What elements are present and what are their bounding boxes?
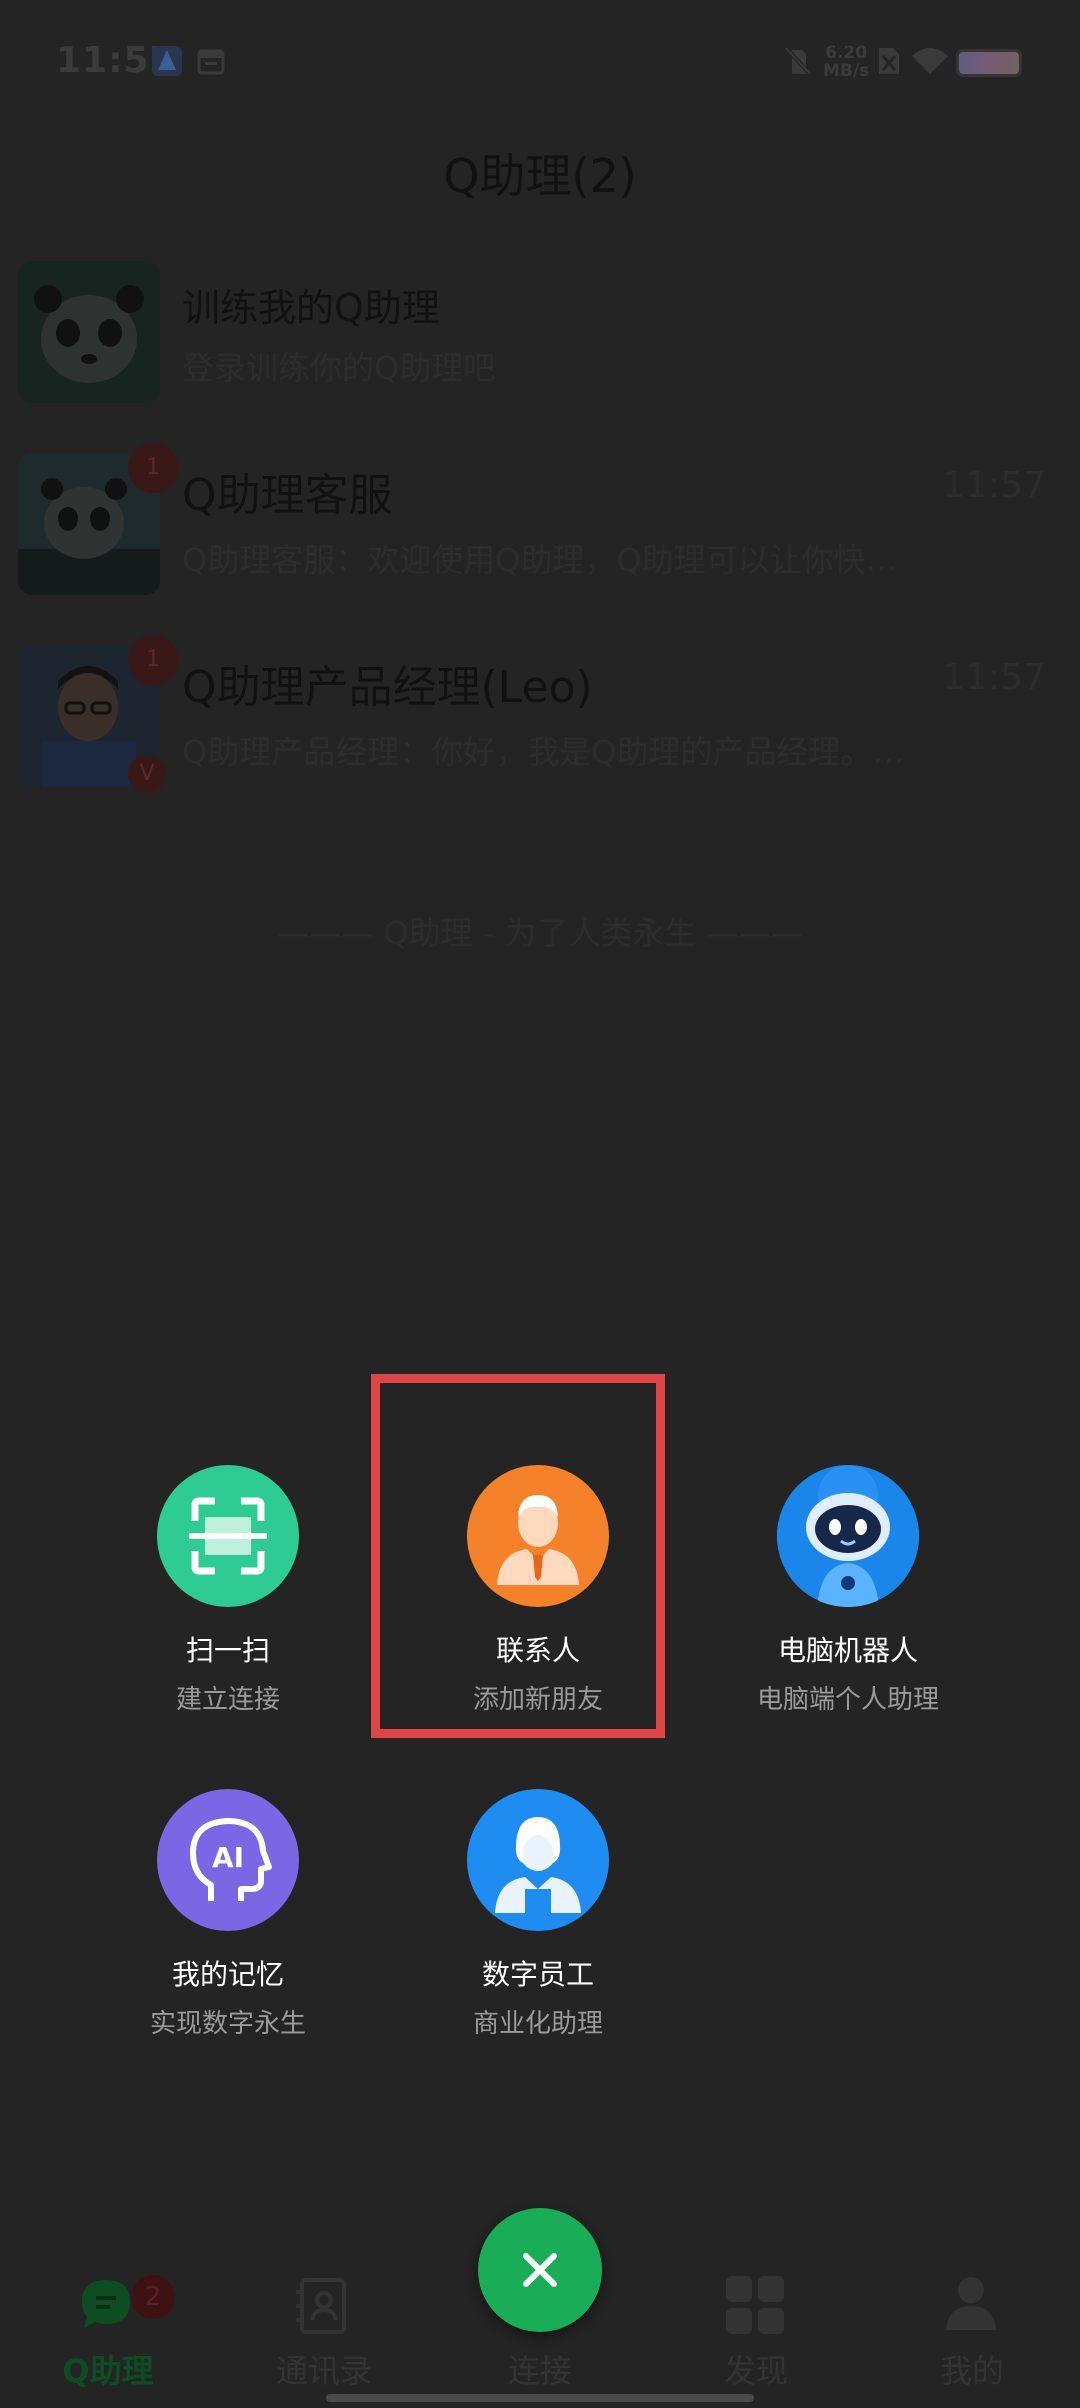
- network-speed: 6.20 MB/s: [823, 44, 869, 80]
- unread-badge: 1: [128, 635, 178, 685]
- unread-badge: 1: [128, 443, 178, 493]
- calendar-icon: [196, 46, 226, 76]
- chat-preview: 登录训练你的Q助理吧: [182, 349, 496, 387]
- tab-discover[interactable]: 发现: [648, 2250, 864, 2400]
- sim-icon: [876, 44, 902, 78]
- footer-slogan: ——— Q助理 - 为了人类永生 ———: [277, 914, 803, 952]
- app-notification-icon: [152, 46, 182, 76]
- menu-item-digital-employee[interactable]: 数字员工 商业化助理: [388, 1789, 688, 2040]
- chat-name: 训练我的Q助理: [182, 286, 440, 330]
- menu-item-label: 我的记忆: [171, 1958, 284, 1991]
- chat-item-support[interactable]: 1 Q助理客服 Q助理客服：欢迎使用Q助理，Q助理可以让你快… 11:57: [0, 443, 1080, 627]
- page-title: Q助理(2): [443, 149, 637, 203]
- tab-me[interactable]: 我的: [864, 2250, 1080, 2400]
- nav-label: Q助理: [62, 2352, 154, 2390]
- person-icon: [942, 2274, 1000, 2338]
- nav-unread-badge: 2: [131, 2275, 175, 2319]
- grid-icon: [724, 2274, 786, 2340]
- chat-time: 11:57: [942, 465, 1046, 506]
- avatar: [18, 261, 160, 403]
- tab-contacts[interactable]: 通讯录: [216, 2250, 432, 2400]
- menu-item-memory[interactable]: AI 我的记忆 实现数字永生: [78, 1789, 378, 2040]
- tab-q-assistant[interactable]: 2 Q助理: [0, 2250, 216, 2400]
- ai-head-icon: AI: [157, 1789, 299, 1931]
- menu-item-pc-robot[interactable]: 电脑机器人 电脑端个人助理: [698, 1465, 998, 1716]
- wifi-icon: [910, 44, 950, 78]
- close-menu-button[interactable]: [478, 2208, 602, 2332]
- network-speed-value: 6.20: [825, 43, 868, 63]
- chat-preview: Q助理产品经理：你好，我是Q助理的产品经理。…: [182, 733, 905, 771]
- chat-bubble-icon: [76, 2274, 136, 2338]
- network-speed-unit: MB/s: [823, 61, 870, 81]
- nav-label: 通讯录: [275, 2352, 372, 2390]
- home-indicator[interactable]: [326, 2394, 754, 2402]
- menu-item-label: 电脑机器人: [777, 1634, 918, 1667]
- nav-label: 连接: [507, 2352, 572, 2390]
- chat-name: Q助理客服: [182, 470, 393, 521]
- status-bar: 11:57 6.20 MB/s: [0, 0, 1080, 120]
- menu-item-subtitle: 电脑端个人助理: [756, 1685, 939, 1715]
- chat-name: Q助理产品经理(Leo): [182, 662, 593, 713]
- mute-icon: [782, 44, 814, 78]
- scan-icon: [157, 1465, 299, 1607]
- verified-badge: V: [128, 755, 166, 793]
- menu-item-scan[interactable]: 扫一扫 建立连接: [78, 1465, 378, 1716]
- nav-label: 我的: [939, 2352, 1004, 2390]
- battery-icon: [956, 49, 1022, 77]
- robot-icon: [777, 1465, 919, 1607]
- chat-time: 11:57: [942, 657, 1046, 698]
- menu-item-subtitle: 商业化助理: [472, 2009, 603, 2039]
- highlight-box: [371, 1374, 665, 1738]
- menu-item-label: 数字员工: [481, 1958, 594, 1991]
- menu-item-label: 扫一扫: [185, 1634, 270, 1667]
- employee-icon: [467, 1789, 609, 1931]
- menu-item-subtitle: 实现数字永生: [149, 2009, 306, 2039]
- svg-text:AI: AI: [212, 1841, 244, 1874]
- contacts-book-icon: [292, 2276, 352, 2340]
- chat-item-train[interactable]: 训练我的Q助理 登录训练你的Q助理吧: [0, 255, 1080, 435]
- menu-item-subtitle: 建立连接: [175, 1685, 280, 1715]
- chat-item-product-manager[interactable]: 1 V Q助理产品经理(Leo) Q助理产品经理：你好，我是Q助理的产品经理。……: [0, 635, 1080, 819]
- chat-preview: Q助理客服：欢迎使用Q助理，Q助理可以让你快…: [182, 541, 898, 579]
- close-icon: [516, 2246, 564, 2298]
- nav-label: 发现: [723, 2352, 788, 2390]
